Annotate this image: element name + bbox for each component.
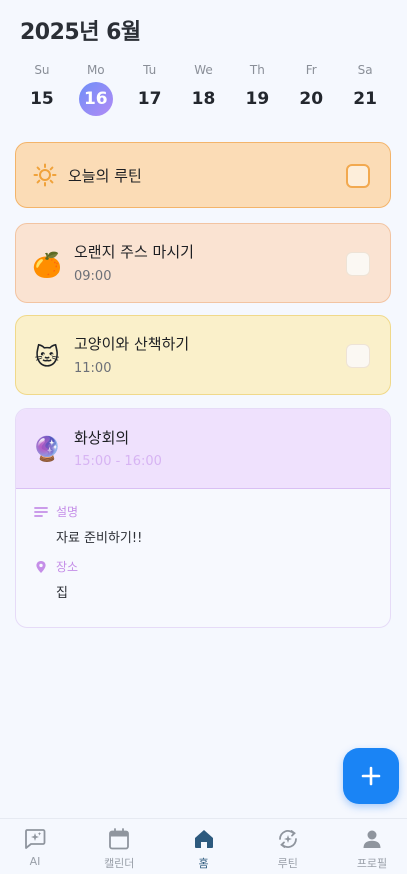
crystal-ball-icon: 🔮 (32, 435, 62, 463)
day-number: 18 (191, 89, 216, 109)
routine-title: 오늘의 루틴 (68, 167, 142, 185)
plus-icon (361, 766, 381, 786)
task-time: 11:00 (74, 361, 112, 376)
routine-icon (278, 830, 297, 848)
day-th[interactable]: Th 19 (230, 62, 284, 116)
day-of-week: We (194, 63, 213, 77)
day-mo[interactable]: Mo 16 (69, 62, 123, 116)
routine-card[interactable]: 오늘의 루틴 (15, 142, 391, 208)
day-sa[interactable]: Sa 21 (338, 62, 392, 116)
day-of-week: Su (34, 63, 50, 77)
notes-icon (34, 506, 48, 517)
day-of-week: Tu (143, 63, 157, 77)
day-of-week: Th (249, 63, 265, 77)
routine-checkbox[interactable] (346, 164, 370, 188)
cat-icon: 🐱 (34, 343, 60, 371)
task-time: 09:00 (74, 269, 112, 284)
day-number: 17 (137, 89, 162, 109)
day-number: 20 (299, 89, 324, 109)
tab-label: 홈 (198, 857, 209, 870)
task-checkbox[interactable] (346, 252, 370, 276)
meeting-header[interactable]: 🔮 화상회의 15:00 - 16:00 (16, 409, 390, 489)
tab-profile[interactable]: 프로필 (339, 819, 405, 874)
meeting-time: 15:00 - 16:00 (74, 454, 162, 469)
day-of-week: Mo (86, 63, 105, 77)
home-icon (194, 830, 213, 848)
location-value: 집 (56, 586, 68, 601)
add-button[interactable] (343, 748, 399, 804)
tab-label: 캘린더 (104, 857, 135, 870)
day-number: 15 (30, 89, 54, 109)
description-value: 자료 준비하기!! (56, 531, 143, 546)
task-card-orange-juice[interactable]: 🍊 오랜지 주스 마시기 09:00 (15, 223, 391, 303)
ai-chat-icon (25, 829, 46, 849)
sun-icon (33, 163, 57, 187)
day-su[interactable]: Su 15 (15, 62, 69, 116)
tangerine-icon: 🍊 (32, 251, 62, 279)
meeting-title: 화상회의 (74, 429, 130, 447)
calendar-icon (109, 828, 130, 850)
profile-icon (363, 830, 381, 848)
tab-calendar[interactable]: 캘린더 (86, 819, 152, 874)
day-number: 19 (245, 89, 270, 109)
meeting-card[interactable]: 🔮 화상회의 15:00 - 16:00 설명 자료 준비하기!! 장소 집 (15, 408, 391, 628)
task-title: 오랜지 주스 마시기 (74, 243, 194, 261)
location-label-text: 장소 (56, 560, 79, 574)
day-of-week: Sa (357, 63, 373, 77)
day-number: 21 (353, 89, 377, 109)
task-card-cat-walk[interactable]: 🐱 고양이와 산책하기 11:00 (15, 315, 391, 395)
day-of-week: Fr (305, 63, 317, 77)
tab-ai[interactable]: AI (2, 819, 68, 874)
task-checkbox[interactable] (346, 344, 370, 368)
description-label-text: 설명 (56, 505, 79, 519)
location-label: 장소 (34, 558, 78, 575)
tab-label: 루틴 (277, 857, 298, 870)
month-title: 2025년 6월 (20, 20, 141, 45)
tab-label: AI (29, 855, 41, 868)
description-label: 설명 (34, 503, 78, 520)
day-number-selected: 16 (78, 82, 113, 116)
tab-routine[interactable]: 루틴 (255, 819, 321, 874)
tab-home[interactable]: 홈 (171, 819, 237, 874)
tab-label: 프로필 (356, 857, 388, 870)
day-we[interactable]: We 18 (177, 62, 231, 116)
location-pin-icon (36, 560, 46, 573)
day-tu[interactable]: Tu 17 (123, 62, 177, 116)
week-strip: Su 15 Mo 16 Tu 17 We 18 Th 19 Fr 20 Sa 2… (15, 62, 392, 116)
bottom-tab-bar: AI 캘린더 홈 루틴 프로필 (0, 818, 407, 874)
task-title: 고양이와 산책하기 (74, 335, 190, 353)
day-fr[interactable]: Fr 20 (284, 62, 338, 116)
